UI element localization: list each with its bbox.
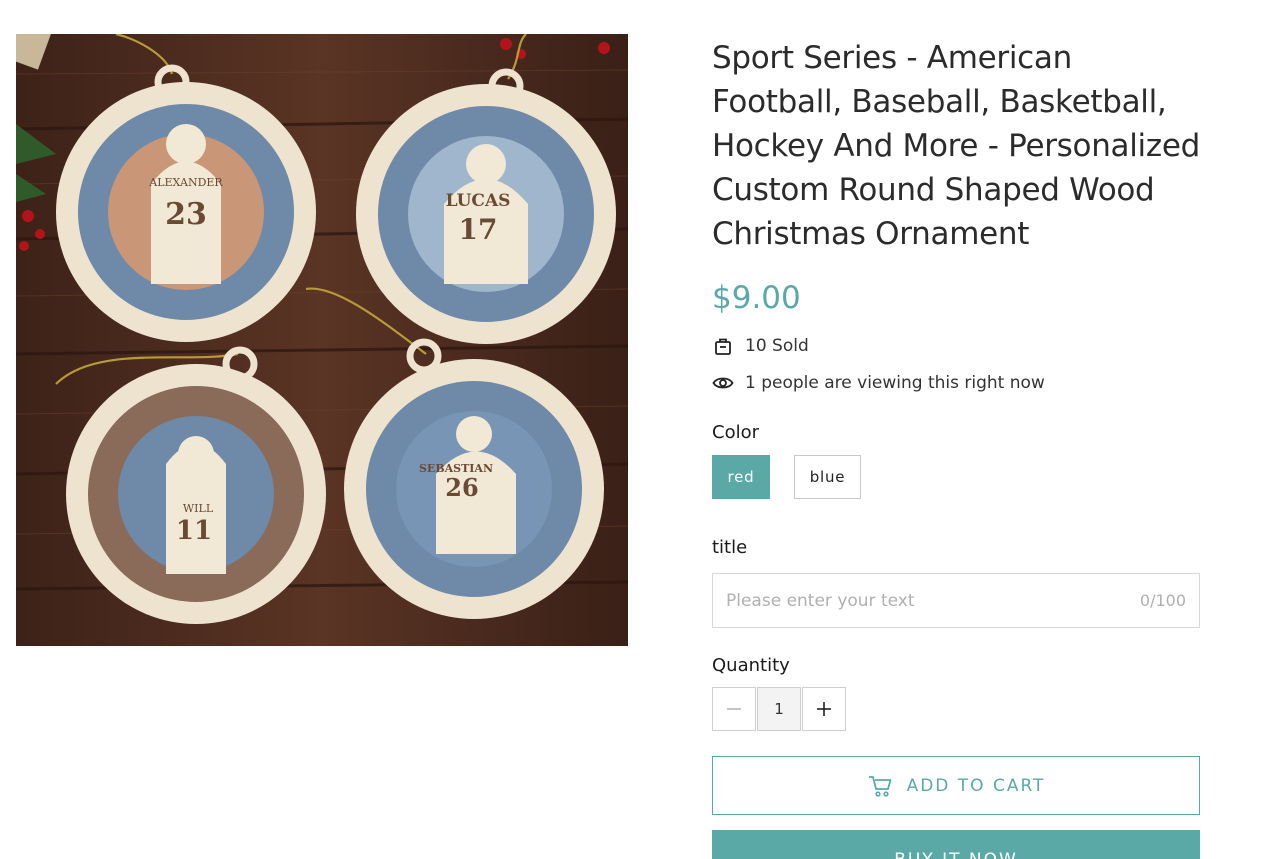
sold-count: 10 Sold [712,335,1200,357]
viewers-text: 1 people are viewing this right now [745,373,1045,393]
ornament-name: ALEXANDER [148,176,223,189]
ornament-number: 11 [176,516,212,546]
buy-now-label: BUY IT NOW [894,850,1018,859]
color-option-blue[interactable]: blue [794,455,861,499]
product-title: Sport Series - American Football, Baseba… [712,40,1200,252]
bag-icon [712,335,734,357]
viewer-count: 1 people are viewing this right now [712,372,1200,394]
sold-text: 10 Sold [745,336,809,356]
color-options: red blue [712,455,1200,499]
add-to-cart-label: ADD TO CART [906,775,1046,796]
title-input-box: 0/100 [712,573,1200,628]
quantity-label: Quantity [712,655,790,676]
ornament-name: LUCAS [446,191,511,211]
cart-icon [867,773,893,799]
color-label: Color [712,422,759,443]
product-image[interactable]: ALEXANDER 23 LUCAS 17 WILL 11 SEBASTIAN … [16,34,628,646]
quantity-stepper: 1 [712,687,1200,731]
plus-icon [817,702,831,716]
title-input[interactable] [726,590,1140,611]
quantity-decrease-button[interactable] [712,687,756,731]
quantity-value[interactable]: 1 [757,687,801,731]
char-counter: 0/100 [1139,591,1186,610]
product-info: Sport Series - American Football, Baseba… [712,36,1200,859]
quantity-increase-button[interactable] [802,687,846,731]
ornament-number: 23 [165,197,207,232]
eye-icon [712,372,734,394]
minus-icon [727,708,741,710]
ornaments-photo: ALEXANDER 23 LUCAS 17 WILL 11 SEBASTIAN … [16,34,628,646]
ornament-number: 17 [459,213,498,246]
buy-now-button[interactable]: BUY IT NOW [712,830,1200,859]
title-field-label: title [712,537,748,558]
ornament-name: WILL [183,502,214,515]
product-price: $9.00 [712,280,801,316]
color-option-red[interactable]: red [712,455,770,499]
add-to-cart-button[interactable]: ADD TO CART [712,756,1200,815]
ornament-number: 26 [445,473,478,502]
